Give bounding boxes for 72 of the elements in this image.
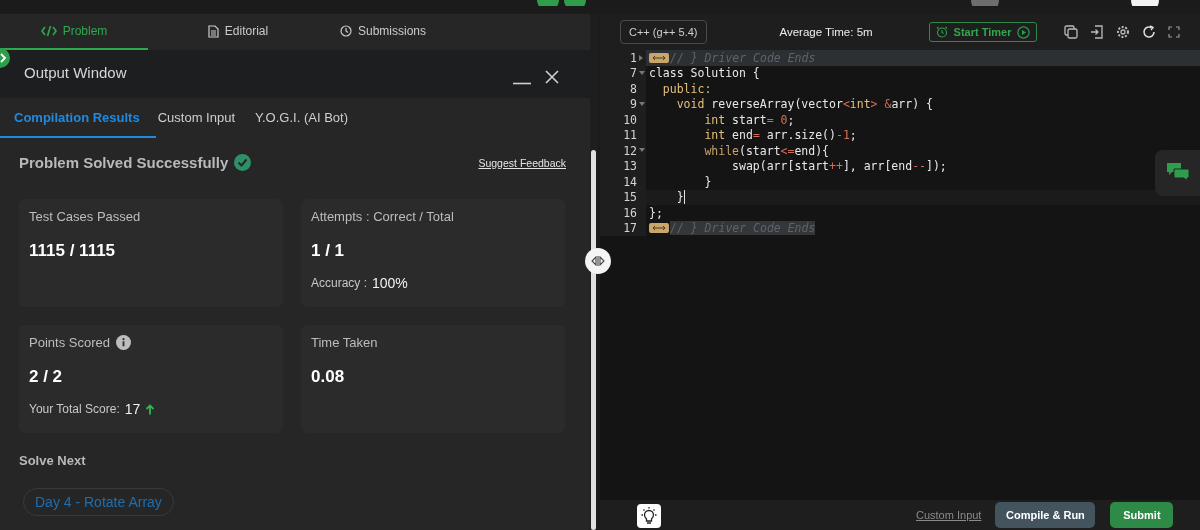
line-number: 15 [623, 190, 637, 205]
section-heading: Solve Next [19, 453, 87, 468]
card-value: 2 / 2 [29, 367, 64, 387]
code-line: }; [648, 205, 663, 220]
line-number: 7 [630, 66, 637, 81]
alarm-icon [935, 26, 948, 38]
settings-icon[interactable] [1116, 25, 1131, 39]
card-label: Time Taken [311, 335, 378, 350]
code-line: swap(arr[start++], arr[end--]); [731, 159, 947, 174]
output-tab[interactable]: Y.O.G.I. (AI Bot) [255, 98, 366, 138]
code-line: while(start<=end){ [703, 143, 830, 158]
info-icon[interactable] [115, 335, 131, 350]
submit-button[interactable]: Submit [1110, 502, 1174, 528]
code-line: int start= 0; [703, 112, 795, 127]
card-value: 1 / 1 [311, 241, 346, 261]
code-line: } [703, 174, 712, 189]
card-value: 0.08 [311, 367, 346, 387]
output-tab[interactable]: Custom Input [157, 98, 253, 138]
document-icon [207, 24, 219, 38]
folded-code-icon[interactable] [649, 52, 669, 63]
output-tab[interactable]: Compilation Results [0, 98, 156, 138]
detail-value: 100% [372, 275, 408, 291]
fold-arrow-icon[interactable] [639, 54, 644, 61]
card-label: Test Cases Passed [29, 209, 141, 224]
detail-label: Your Total Score: [29, 402, 120, 416]
resize-icon [591, 256, 605, 266]
average-time: Average Time: 5m [779, 26, 873, 38]
clock-icon [340, 25, 352, 37]
compile-run-button[interactable]: Compile & Run [995, 502, 1096, 528]
line-number: 13 [623, 159, 637, 174]
card-label: Attempts : Correct / Total [311, 209, 454, 224]
fullscreen-icon[interactable] [1168, 26, 1181, 38]
card-value: 1115 / 1115 [29, 241, 117, 261]
line-number: 9 [630, 97, 637, 112]
code-icon [40, 25, 57, 37]
line-number: 12 [623, 143, 637, 158]
text-cursor [683, 190, 685, 205]
start-timer-button[interactable]: Start Timer [928, 22, 1038, 42]
code-line: public: [661, 81, 712, 96]
code-line: int end= arr.size()-1; [703, 128, 857, 143]
line-number: 10 [623, 112, 637, 127]
play-icon [1017, 25, 1031, 39]
status-heading: Problem Solved Successfully [19, 154, 229, 171]
code-line: } [675, 190, 684, 205]
copy-icon[interactable] [1064, 25, 1079, 39]
lightbulb-icon[interactable] [637, 504, 661, 528]
line-number: 11 [623, 128, 637, 143]
panel-tab[interactable]: Editorial [148, 14, 328, 50]
scrollbar[interactable] [591, 150, 596, 530]
line-number: 17 [623, 221, 637, 236]
close-icon[interactable] [544, 69, 560, 85]
folded-code-icon[interactable] [649, 223, 669, 234]
code-line: class Solution { [648, 66, 760, 81]
line-number: 16 [623, 205, 637, 220]
fold-arrow-icon[interactable] [638, 101, 645, 107]
feedback-link[interactable]: Suggest Feedback [478, 156, 566, 169]
line-number: 14 [623, 174, 637, 189]
chat-button[interactable] [1155, 150, 1200, 196]
fold-arrow-icon[interactable] [638, 148, 645, 154]
language-dropdown[interactable]: C++ (g++ 5.4) [620, 20, 707, 44]
detail-value: 17 [124, 401, 141, 417]
panel-title: Output Window [24, 63, 127, 81]
detail-label: Accuracy : [311, 276, 367, 290]
code-line: void reverseArray(vector<int> &arr) { [675, 97, 933, 112]
custom-input-link[interactable]: Custom Input [916, 509, 982, 521]
reset-icon[interactable] [1142, 25, 1157, 39]
line-number: 1 [630, 50, 637, 65]
panel-tab[interactable]: Submissions [328, 14, 438, 50]
import-icon[interactable] [1090, 25, 1105, 39]
line-number: 8 [630, 81, 637, 96]
card-label: Points Scored [29, 335, 110, 350]
fold-arrow-icon[interactable] [638, 70, 645, 76]
